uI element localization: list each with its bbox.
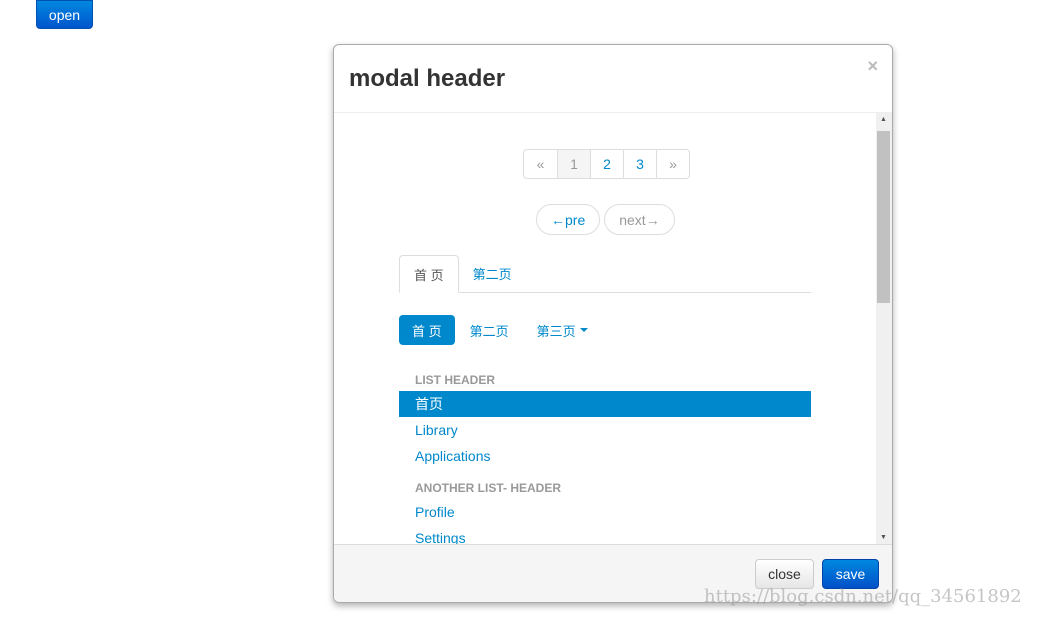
pill-page-3-dropdown[interactable]: 第三页 — [524, 315, 601, 345]
list-item[interactable]: 首页 — [399, 391, 811, 417]
list-item[interactable]: Settings — [399, 525, 811, 544]
pills: 首 页 第二页 第三页 — [399, 315, 601, 345]
nav-list: LIST HEADER 首页 Library Applications ANOT… — [399, 369, 811, 544]
modal-body: « 1 2 3 » ←pre next→ 首 页 第二页 首 页 第二页 第三页… — [334, 113, 892, 544]
tab-home[interactable]: 首 页 — [399, 255, 459, 293]
open-button[interactable]: open — [36, 0, 93, 29]
scroll-down-icon[interactable]: ▼ — [880, 534, 887, 541]
scroll-up-icon[interactable]: ▲ — [880, 116, 887, 123]
pagination-page-1[interactable]: 1 — [557, 150, 590, 178]
close-button[interactable]: close — [755, 559, 814, 589]
list-item[interactable]: Library — [399, 417, 811, 443]
pager-prev-button[interactable]: ←pre — [536, 204, 601, 235]
tab-page-2[interactable]: 第二页 — [459, 255, 526, 292]
pagination-page-2[interactable]: 2 — [590, 150, 623, 178]
pagination-next[interactable]: » — [656, 150, 689, 178]
save-button[interactable]: save — [822, 559, 879, 589]
list-header: LIST HEADER — [415, 373, 496, 387]
list-item[interactable]: Applications — [399, 443, 811, 469]
tabs: 首 页 第二页 — [399, 255, 811, 293]
pill-home[interactable]: 首 页 — [399, 315, 455, 345]
pager: ←pre next→ — [536, 204, 675, 235]
pill-page-2[interactable]: 第二页 — [457, 315, 522, 345]
modal-header: modal header × — [334, 45, 892, 113]
pagination-page-3[interactable]: 3 — [623, 150, 656, 178]
pill-label: 第三页 — [536, 323, 576, 339]
pager-next-button[interactable]: next→ — [604, 204, 675, 235]
pagination: « 1 2 3 » — [523, 149, 690, 179]
caret-down-icon — [579, 328, 588, 332]
list-item[interactable]: Profile — [399, 499, 811, 525]
pagination-prev[interactable]: « — [524, 150, 557, 178]
modal-dialog: modal header × « 1 2 3 » ←pre next→ 首 页 … — [333, 44, 893, 603]
modal-title: modal header — [349, 65, 506, 92]
scrollbar[interactable]: ▲ ▼ — [876, 113, 892, 544]
scrollbar-thumb[interactable] — [877, 131, 890, 303]
watermark: https://blog.csdn.net/qq_34561892 — [704, 586, 1022, 607]
list-header: ANOTHER LIST- HEADER — [415, 481, 562, 495]
close-icon[interactable]: × — [867, 56, 878, 77]
